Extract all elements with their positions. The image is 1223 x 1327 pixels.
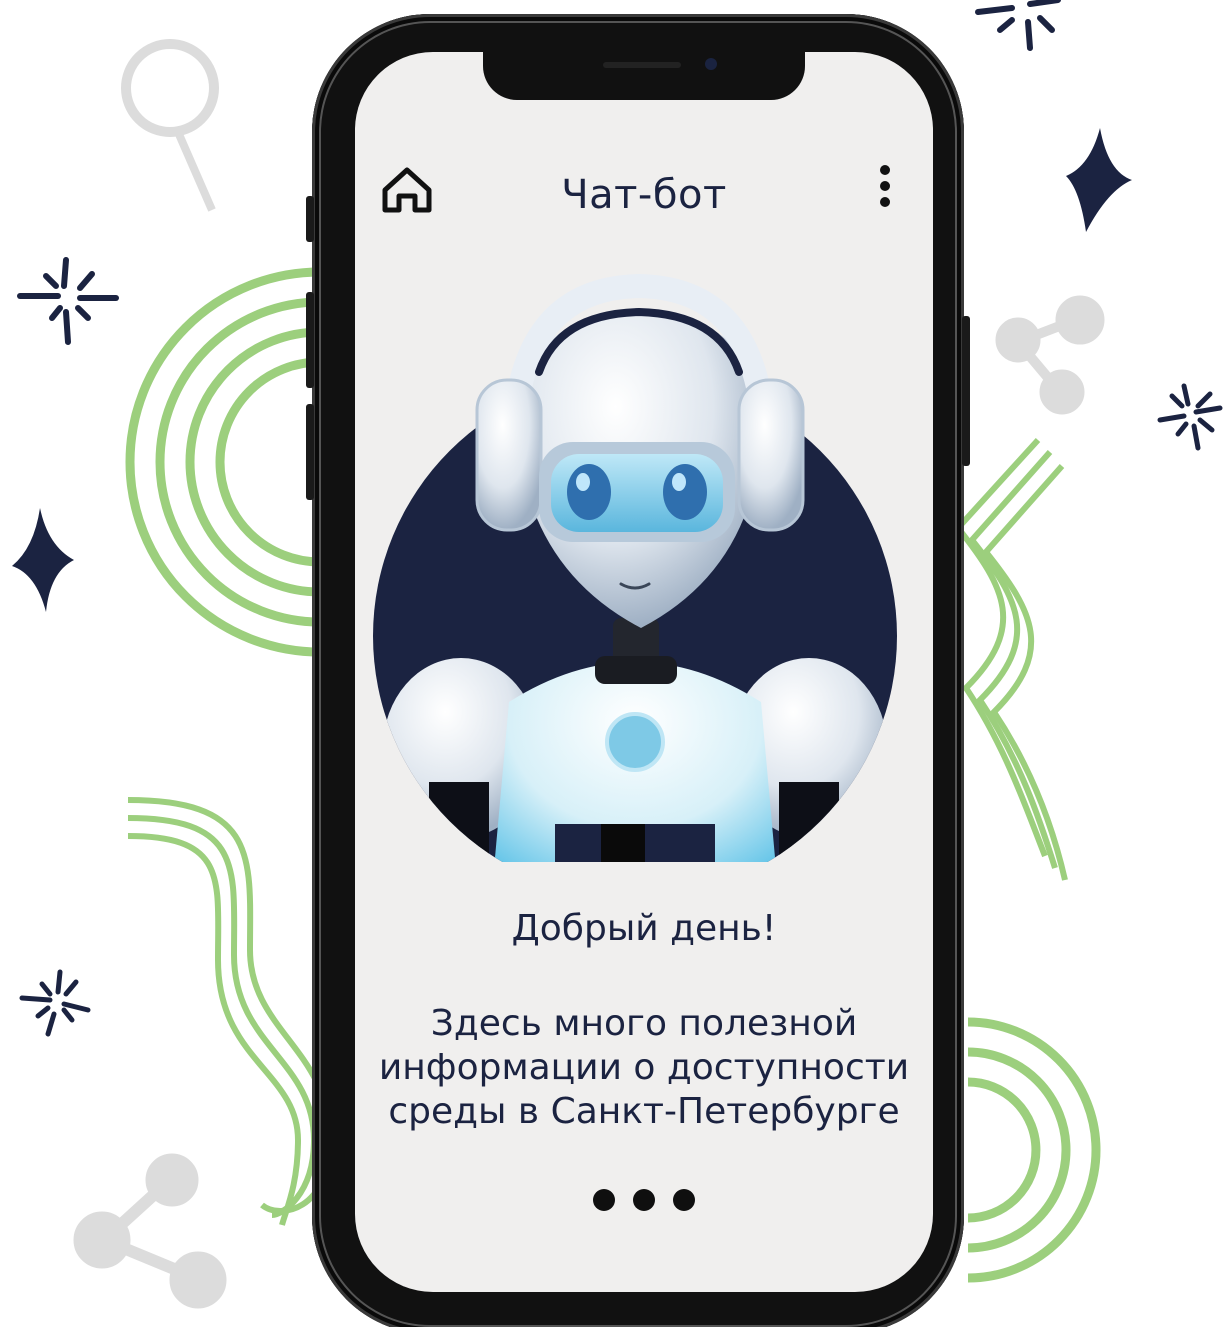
bot-message-line: Здесь много полезной [430, 1003, 858, 1044]
bot-message-line: информации о доступности [378, 1047, 910, 1088]
home-button[interactable] [377, 160, 437, 220]
burst-sparkle-right [1157, 383, 1223, 451]
more-vertical-icon [880, 165, 890, 207]
share-decoration-right [995, 295, 1105, 415]
phone-screen: Чат-бот Добрый день! Здесь много полезно… [355, 52, 933, 1292]
typing-dot [673, 1189, 695, 1211]
magnifier-decoration [121, 39, 219, 212]
more-options-button[interactable] [863, 160, 907, 212]
burst-sparkle-left-top [17, 257, 119, 345]
typing-dots-icon [593, 1188, 695, 1212]
bot-greeting: Добрый день! [511, 908, 777, 949]
phone-volume-up-button [306, 292, 314, 388]
green-arcs-right [967, 1017, 1101, 1283]
home-icon [382, 167, 432, 213]
burst-sparkle-top [975, 0, 1061, 51]
green-arcs-left [125, 267, 321, 657]
robot-avatar [373, 273, 897, 862]
phone-speaker [603, 62, 681, 68]
phone-volume-down-button [306, 404, 314, 500]
share-decoration-left [73, 1153, 227, 1309]
phone-power-button [962, 316, 970, 466]
green-waves-right [954, 437, 1068, 881]
page-title: Чат-бот [561, 172, 727, 218]
phone-notch [483, 52, 805, 100]
phone-side-button [306, 196, 314, 242]
typing-dot [593, 1189, 615, 1211]
burst-sparkle-left-bottom [19, 969, 91, 1037]
star-sparkle-right [1066, 128, 1132, 232]
typing-dot [633, 1189, 655, 1211]
star-sparkle-left [12, 508, 74, 612]
bot-message-line: среды в Санкт-Петербурге [388, 1091, 900, 1132]
poster-stage: Чат-бот Добрый день! Здесь много полезно… [0, 0, 1223, 1327]
bot-message: Здесь много полезной информации о доступ… [369, 1002, 919, 1134]
phone-camera [705, 58, 717, 70]
